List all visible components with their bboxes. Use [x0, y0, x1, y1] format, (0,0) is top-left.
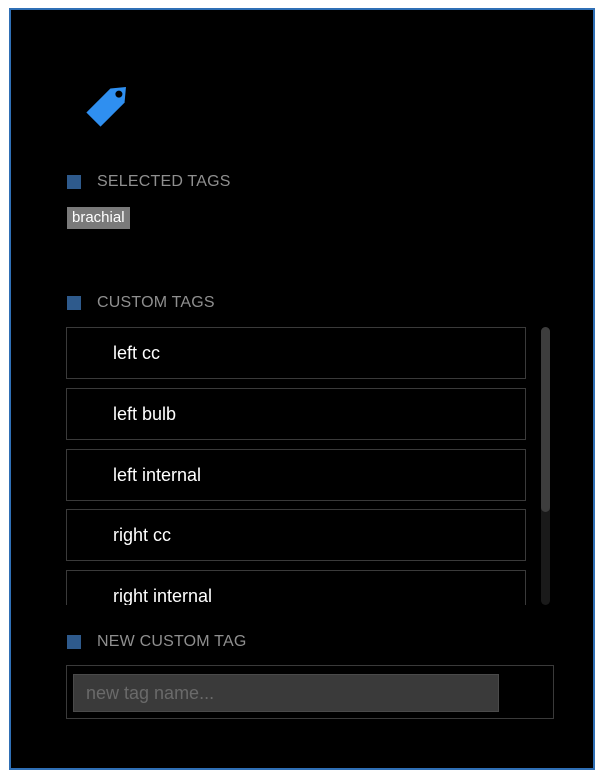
section-marker	[67, 296, 81, 310]
section-marker	[67, 635, 81, 649]
new-custom-tag-label: NEW CUSTOM TAG	[97, 633, 247, 650]
new-tag-input-container	[66, 665, 554, 719]
new-tag-name-input[interactable]	[73, 674, 499, 712]
selected-tag-chip[interactable]: brachial	[67, 207, 130, 229]
scrollbar-thumb[interactable]	[541, 327, 550, 512]
section-marker	[67, 175, 81, 189]
custom-tag-item[interactable]: right cc	[66, 509, 526, 561]
custom-tags-scrollbar[interactable]	[541, 327, 550, 605]
selected-tags-header: SELECTED TAGS	[67, 173, 231, 191]
tag-panel: SELECTED TAGS brachial CUSTOM TAGS left …	[9, 8, 595, 770]
new-custom-tag-header: NEW CUSTOM TAG	[67, 633, 246, 651]
custom-tags-list: left cc left bulb left internal right cc…	[66, 327, 528, 605]
custom-tag-item[interactable]: left cc	[66, 327, 526, 379]
custom-tag-item[interactable]: right internal	[66, 570, 526, 605]
selected-tags-label: SELECTED TAGS	[97, 173, 231, 190]
custom-tags-header: CUSTOM TAGS	[67, 294, 215, 312]
tag-icon	[75, 70, 143, 138]
custom-tag-item[interactable]: left internal	[66, 449, 526, 501]
custom-tag-item[interactable]: left bulb	[66, 388, 526, 440]
custom-tags-label: CUSTOM TAGS	[97, 294, 215, 311]
